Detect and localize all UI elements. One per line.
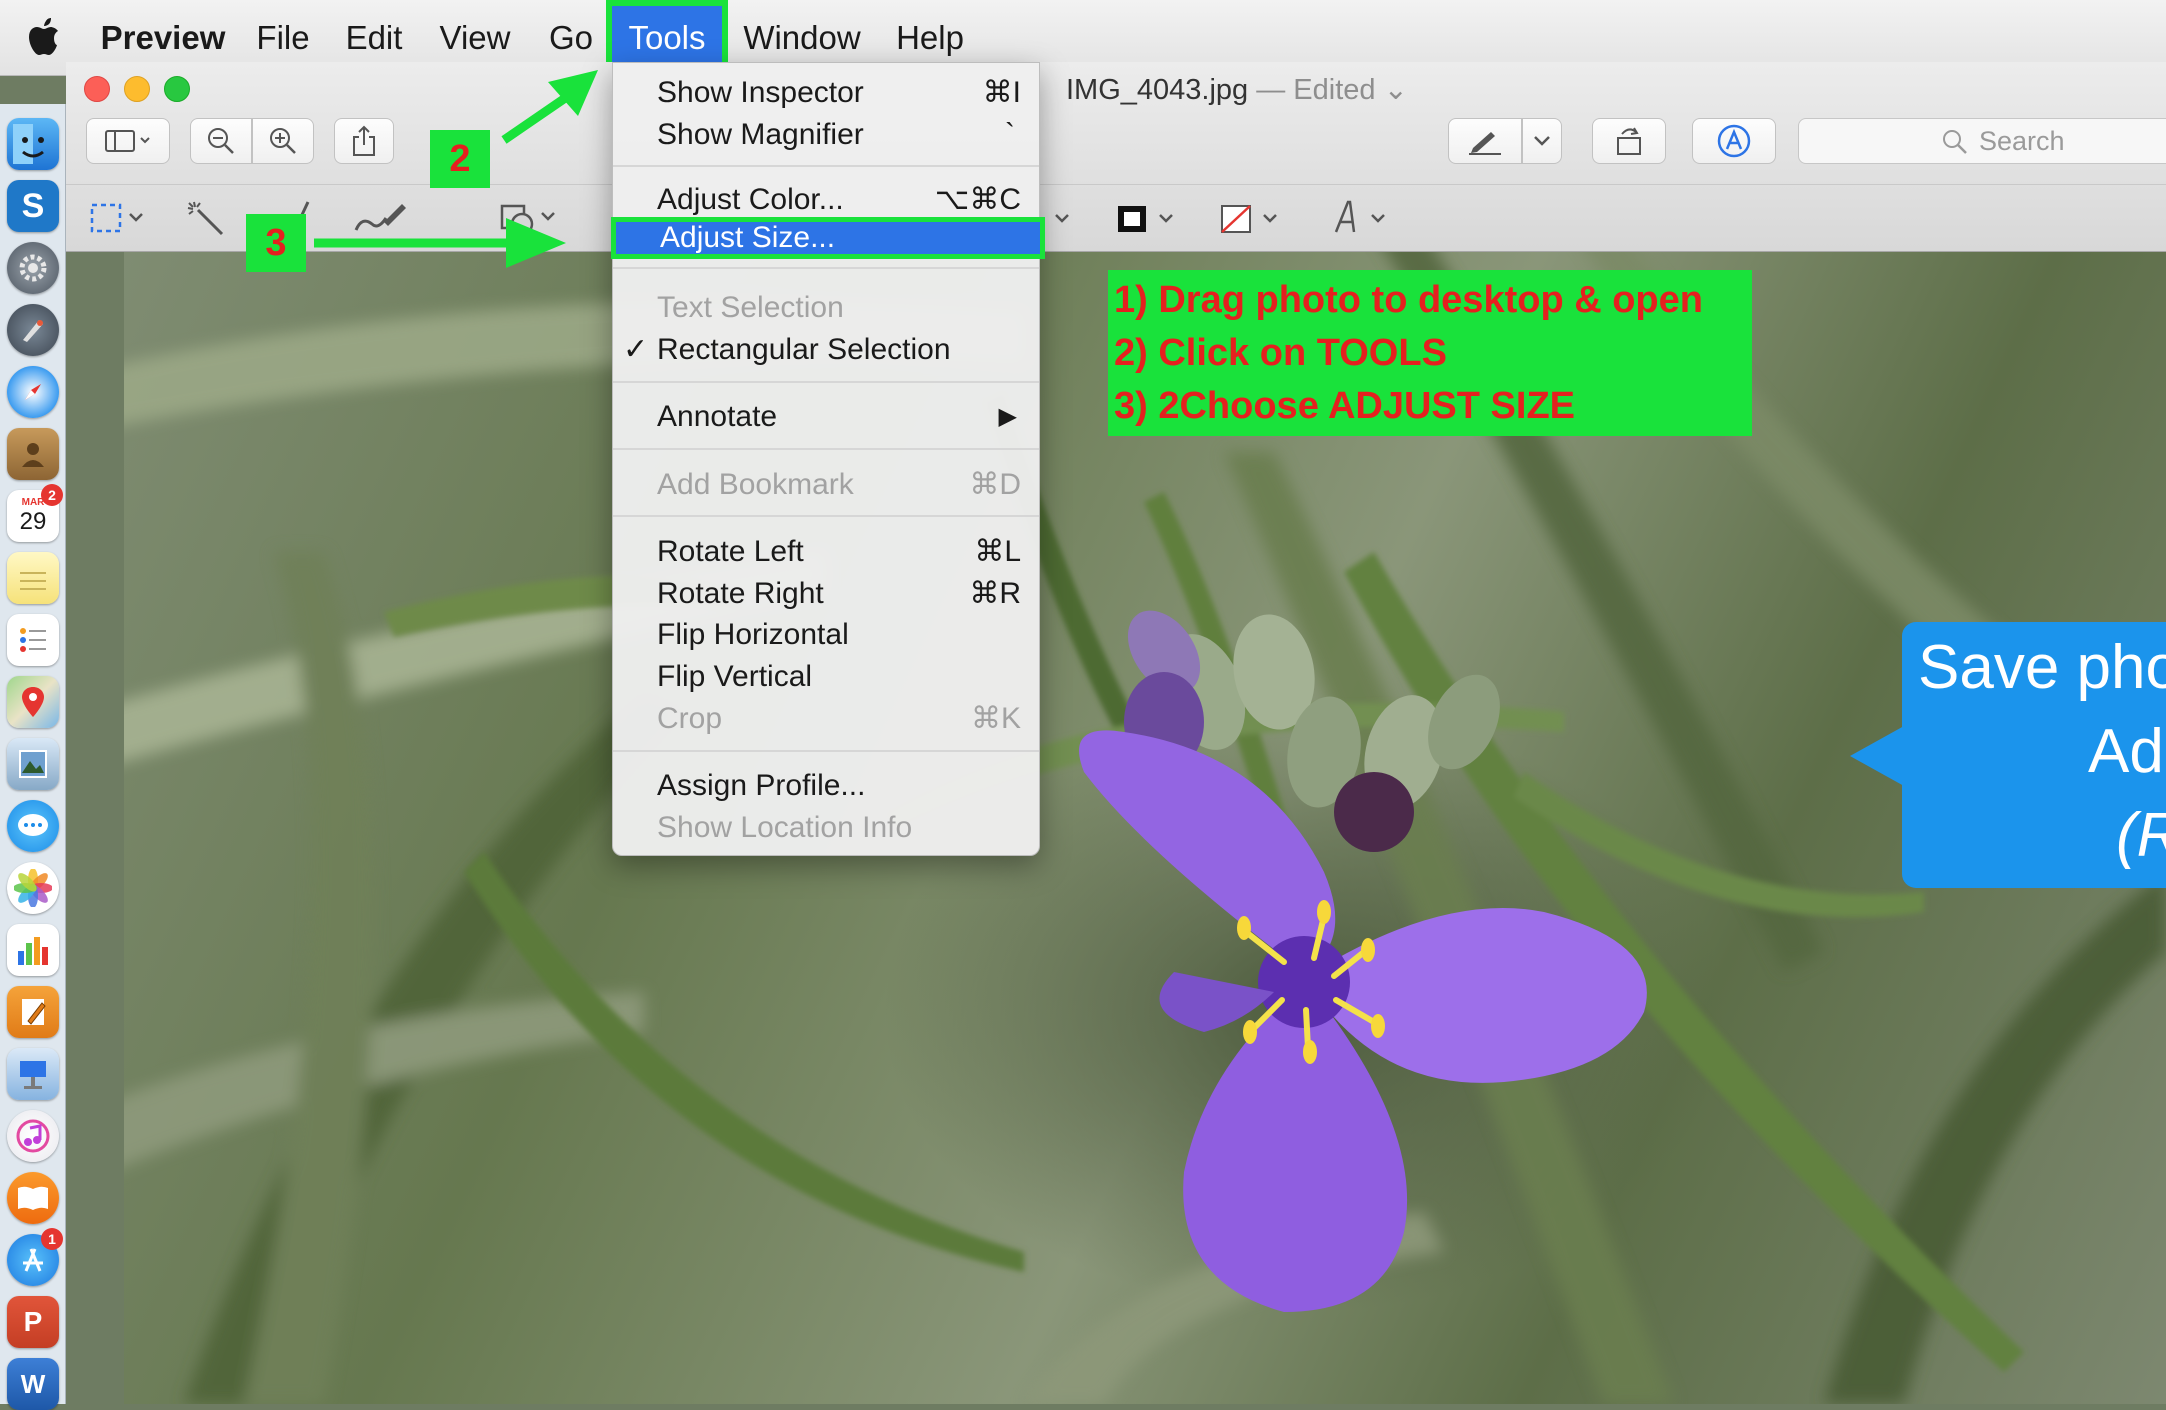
instruction-step-2: 2) Click on TOOLS <box>1114 332 1447 374</box>
instructions-box: 1) Drag photo to desktop & open 2) Click… <box>1108 270 1752 436</box>
instruction-step-1: 1) Drag photo to desktop & open <box>1114 279 1703 321</box>
step-2-label: 2 <box>430 130 490 188</box>
arrow-to-adjust-size-head <box>506 218 566 268</box>
instruction-step-3: 3) 2Choose ADJUST SIZE <box>1114 385 1576 427</box>
annotation-arrows <box>314 70 598 268</box>
step-3-label: 3 <box>246 214 306 272</box>
